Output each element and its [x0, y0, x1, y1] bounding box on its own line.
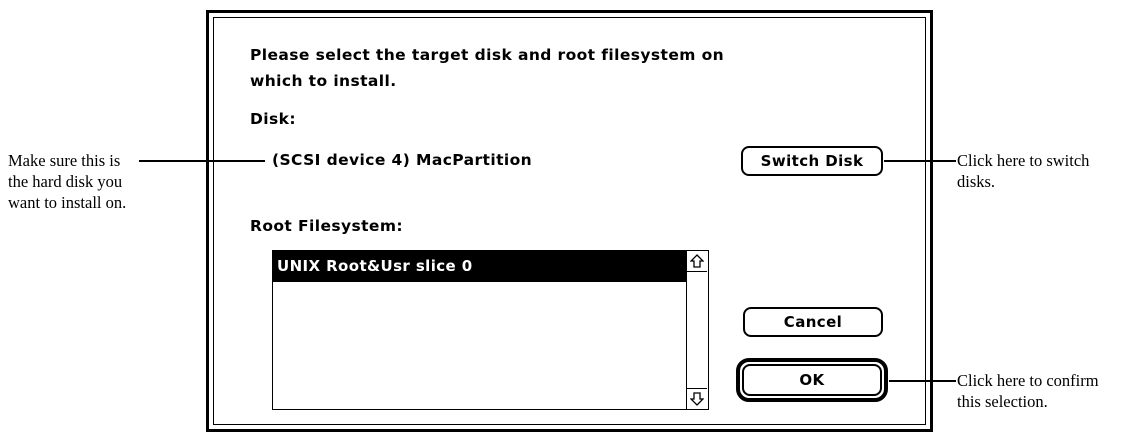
annotation-line: the hard disk you	[8, 172, 123, 191]
cancel-button[interactable]: Cancel	[743, 307, 883, 337]
list-item-selected[interactable]: UNIX Root&Usr slice 0	[273, 251, 686, 281]
prompt-line-1: Please select the target disk and root f…	[250, 46, 725, 64]
switch-disk-button[interactable]: Switch Disk	[741, 146, 883, 176]
disk-value: (SCSI device 4) MacPartition	[272, 151, 533, 169]
down-arrow-icon[interactable]	[687, 388, 707, 409]
prompt-line-2: which to install.	[250, 72, 397, 90]
list-divider	[273, 281, 686, 282]
annotation-line: Click here to switch	[957, 151, 1090, 170]
annotation-line: this selection.	[957, 392, 1048, 411]
ok-annotation: Click here to confirm this selection.	[957, 370, 1099, 412]
listbox-scrollbar[interactable]	[686, 251, 708, 409]
ok-callout-line	[889, 380, 956, 382]
annotation-line: disks.	[957, 172, 996, 191]
annotation-line: Click here to confirm	[957, 371, 1099, 390]
root-filesystem-label: Root Filesystem:	[250, 217, 403, 235]
up-arrow-icon[interactable]	[687, 251, 707, 272]
disk-annotation: Make sure this is the hard disk you want…	[8, 150, 126, 213]
ok-button[interactable]: OK	[742, 364, 882, 396]
annotation-line: want to install on.	[8, 193, 127, 212]
switch-callout-line	[884, 160, 956, 162]
disk-callout-line	[139, 160, 265, 162]
filesystem-listbox[interactable]: UNIX Root&Usr slice 0	[272, 250, 709, 410]
switch-annotation: Click here to switch disks.	[957, 150, 1089, 192]
annotation-line: Make sure this is	[8, 151, 121, 170]
disk-label: Disk:	[250, 110, 296, 128]
